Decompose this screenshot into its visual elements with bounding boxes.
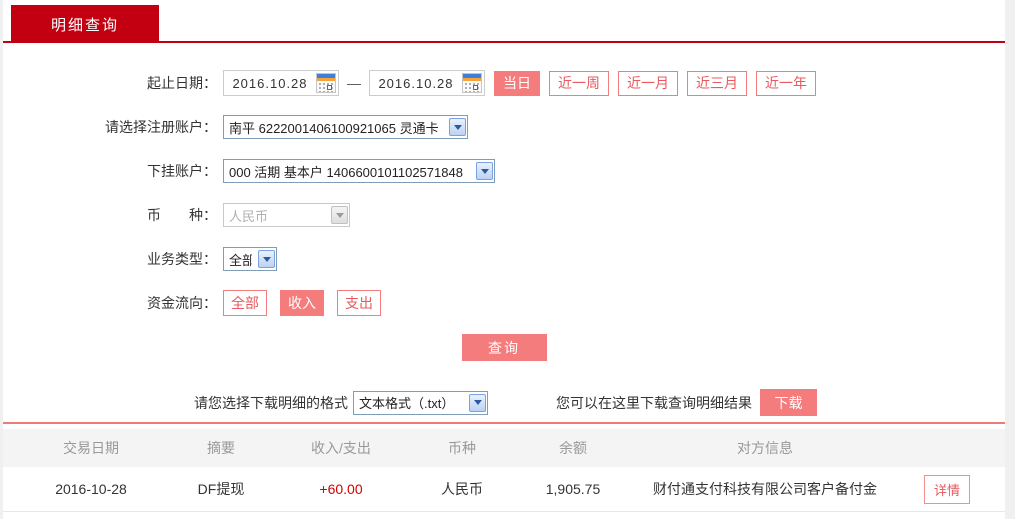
date-range-separator: — xyxy=(347,75,361,91)
download-row: 请您选择下载明细的格式 文本格式（.txt） 您可以在这里下载查询明细结果 下载 xyxy=(3,389,1005,416)
query-button[interactable]: 查询 xyxy=(461,334,547,361)
sub-account-value: 000 活期 基本户 1406600101102571848 xyxy=(229,164,463,180)
download-format-label: 请您选择下载明细的格式 xyxy=(194,394,348,411)
cell-amount: +60.00 xyxy=(319,481,363,497)
sub-account-select[interactable]: 000 活期 基本户 1406600101102571848 xyxy=(223,159,495,183)
fund-flow-label: 资金流向： xyxy=(147,295,217,311)
business-type-select[interactable]: 全部 xyxy=(223,247,277,271)
calendar-icon[interactable] xyxy=(462,73,482,93)
fund-flow-row: 资金流向： 全部 收入 支出 xyxy=(3,290,1005,316)
cell-counterparty: 财付通支付科技有限公司客户备付金 xyxy=(653,481,877,497)
business-type-row: 业务类型： 全部 xyxy=(3,246,1005,272)
sub-account-row: 下挂账户： 000 活期 基本户 1406600101102571848 xyxy=(3,158,1005,184)
cell-summary: DF提现 xyxy=(197,481,245,497)
query-button-area: 查询 xyxy=(3,334,1005,361)
sub-account-label: 下挂账户： xyxy=(147,163,217,179)
cell-currency: 人民币 xyxy=(441,481,483,497)
header-balance: 余额 xyxy=(559,440,587,456)
business-type-value: 全部 xyxy=(229,252,252,268)
download-format-select[interactable]: 文本格式（.txt） xyxy=(353,390,488,415)
chevron-down-icon xyxy=(449,118,466,136)
fund-flow-expense-button[interactable]: 支出 xyxy=(337,290,381,316)
date-range-row: 起止日期： 2016.10.28 — 2016.10.28 当日 近一周 近一月… xyxy=(3,70,1005,96)
registered-account-label: 请选择注册账户： xyxy=(105,119,217,135)
header-currency: 币种 xyxy=(448,440,476,456)
results-table: 交易日期 摘要 收入/支出 币种 余额 对方信息 2016-10-28 DF提现… xyxy=(3,429,1005,512)
quick-range-3months-button[interactable]: 近三月 xyxy=(687,70,747,96)
download-button[interactable]: 下载 xyxy=(760,389,817,416)
chevron-down-icon xyxy=(331,206,348,224)
business-type-label: 业务类型： xyxy=(147,251,217,267)
registered-account-select[interactable]: 南平 6222001406100921065 灵通卡 xyxy=(223,115,468,139)
start-date-value: 2016.10.28 xyxy=(232,75,308,91)
fund-flow-income-button[interactable]: 收入 xyxy=(280,290,324,316)
date-range-label: 起止日期： xyxy=(147,75,217,91)
quick-range-week-button[interactable]: 近一周 xyxy=(549,70,609,96)
quick-range-year-button[interactable]: 近一年 xyxy=(756,70,816,96)
calendar-icon[interactable] xyxy=(316,73,336,93)
detail-button[interactable]: 详情 xyxy=(923,474,970,504)
header-summary: 摘要 xyxy=(207,440,235,456)
tab-bar: 明细查询 xyxy=(3,0,1005,43)
end-date-value: 2016.10.28 xyxy=(378,75,454,91)
chevron-down-icon xyxy=(258,250,275,268)
table-row: 2016-10-28 DF提现 +60.00 人民币 1,905.75 财付通支… xyxy=(3,467,1005,512)
header-income-expense: 收入/支出 xyxy=(311,440,371,456)
registered-account-row: 请选择注册账户： 南平 6222001406100921065 灵通卡 xyxy=(3,114,1005,140)
download-format-value: 文本格式（.txt） xyxy=(359,396,455,411)
header-trade-date: 交易日期 xyxy=(63,440,119,456)
quick-range-today-button[interactable]: 当日 xyxy=(494,70,540,96)
cell-trade-date: 2016-10-28 xyxy=(55,481,127,497)
fund-flow-all-button[interactable]: 全部 xyxy=(223,290,267,316)
currency-row: 币 种： 人民币 xyxy=(3,202,1005,228)
query-form: 起止日期： 2016.10.28 — 2016.10.28 当日 近一周 近一月… xyxy=(3,43,1005,361)
start-date-input[interactable]: 2016.10.28 xyxy=(223,70,339,96)
tab-detail-query[interactable]: 明细查询 xyxy=(11,5,159,43)
currency-value: 人民币 xyxy=(229,208,269,224)
registered-account-value: 南平 6222001406100921065 灵通卡 xyxy=(229,120,439,136)
currency-select: 人民币 xyxy=(223,203,350,227)
end-date-input[interactable]: 2016.10.28 xyxy=(369,70,485,96)
cell-balance: 1,905.75 xyxy=(545,481,601,497)
chevron-down-icon xyxy=(469,393,486,412)
download-hint: 您可以在这里下载查询明细结果 xyxy=(556,394,752,411)
table-header-row: 交易日期 摘要 收入/支出 币种 余额 对方信息 xyxy=(3,429,1005,467)
currency-label: 币 种： xyxy=(147,207,217,223)
section-divider xyxy=(3,422,1005,424)
chevron-down-icon xyxy=(476,162,493,180)
header-counterparty: 对方信息 xyxy=(737,440,793,456)
detail-query-panel: 明细查询 起止日期： 2016.10.28 — 2016.10.28 当日 近一… xyxy=(3,0,1005,519)
quick-range-month-button[interactable]: 近一月 xyxy=(618,70,678,96)
